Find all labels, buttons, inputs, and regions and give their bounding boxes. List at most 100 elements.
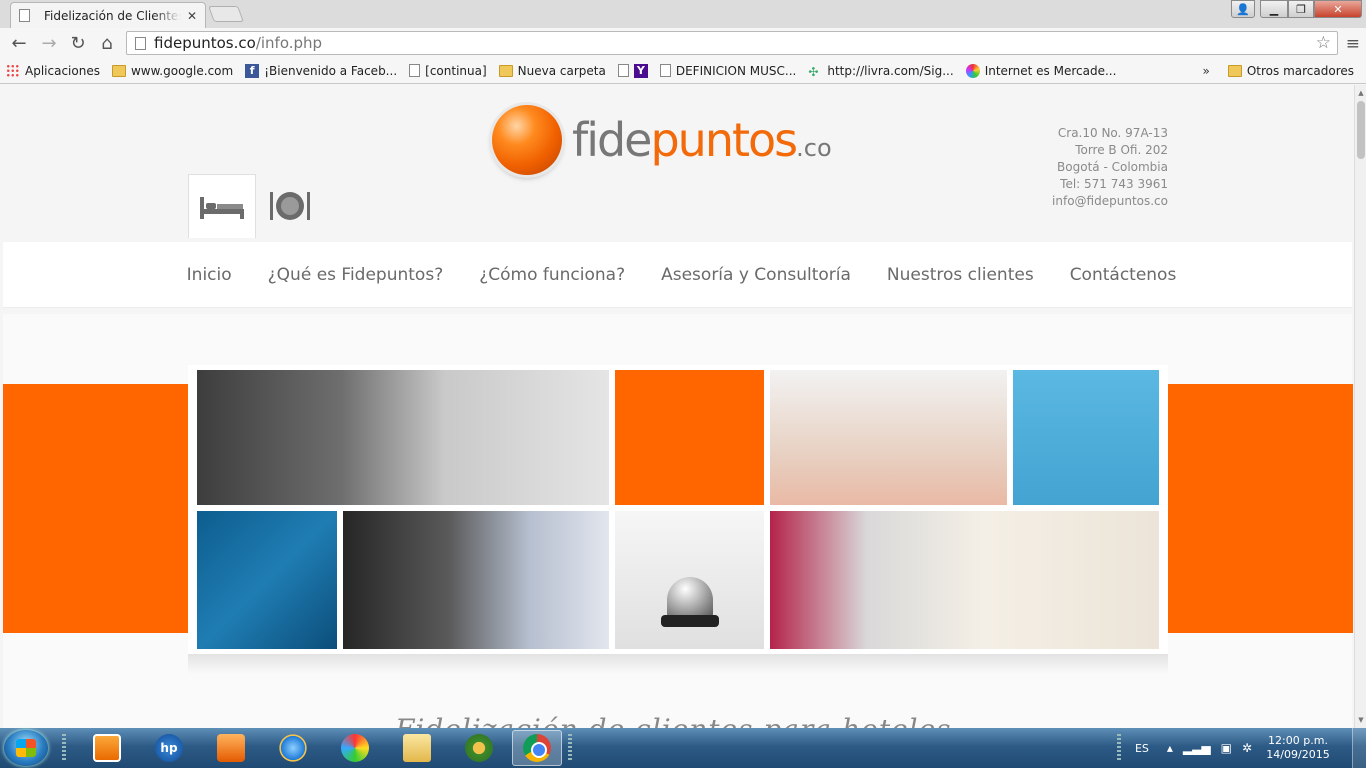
facebook-icon: f (245, 63, 260, 78)
taskbar-explorer[interactable] (392, 730, 442, 766)
hp-icon: hp (155, 734, 183, 762)
bookmark-item[interactable]: Internet es Mercade... (960, 63, 1123, 78)
bookmark-item[interactable]: [continua] (403, 64, 493, 78)
bookmark-item[interactable]: DEFINICION MUSC... (654, 64, 803, 78)
windows-logo-icon (16, 739, 36, 757)
bed-icon (200, 196, 244, 219)
bookmark-item[interactable]: f ¡Bienvenido a Faceb... (239, 63, 403, 78)
plate-cutlery-icon (270, 192, 310, 220)
scroll-down-icon[interactable]: ▼ (1355, 714, 1366, 726)
page-headline: Fidelización de clientes para hoteles (395, 713, 952, 728)
clock[interactable]: 12:00 p.m. 14/09/2015 (1262, 734, 1334, 762)
page-scrollbar[interactable]: ▲ ▼ (1354, 85, 1366, 728)
bookmark-label: Nueva carpeta (517, 63, 606, 78)
logo-wordmark: fidepuntos.co (572, 113, 832, 167)
nav-como-funciona[interactable]: ¿Cómo funciona? (461, 265, 643, 285)
start-button[interactable] (4, 730, 48, 766)
folder-icon (111, 64, 126, 77)
bear-icon (465, 734, 493, 762)
new-tab-button[interactable] (208, 6, 244, 22)
forward-arrow-icon[interactable]: → (38, 32, 60, 54)
bookmark-label: Otros marcadores (1246, 63, 1354, 78)
signal-icon[interactable]: ▂▃▅ (1183, 741, 1211, 755)
bookmark-item[interactable]: Nueva carpeta (493, 64, 612, 78)
language-indicator[interactable]: ES (1135, 742, 1149, 755)
browser-toolbar: ← → ↻ ⌂ fidepuntos.co /info.php ☆ ≡ (0, 28, 1366, 58)
main-navigation: Inicio ¿Qué es Fidepuntos? ¿Cómo funcion… (3, 242, 1352, 308)
taskbar-hp[interactable]: hp (144, 730, 194, 766)
taskbar-chrome[interactable] (512, 730, 562, 766)
office-icon (217, 734, 245, 762)
tab-hotels[interactable] (188, 174, 256, 238)
menu-hamburger-icon[interactable]: ≡ (1346, 34, 1360, 54)
url-host: fidepuntos.co (154, 34, 256, 52)
bookmark-label: DEFINICION MUSC... (675, 63, 797, 78)
bookmarks-overflow-button[interactable]: » (1203, 64, 1210, 78)
livra-icon: ✣ (808, 64, 819, 79)
nav-contactenos[interactable]: Contáctenos (1052, 265, 1195, 285)
nav-que-es-fidepuntos[interactable]: ¿Qué es Fidepuntos? (250, 265, 462, 285)
bookmark-label: www.google.com (130, 63, 234, 78)
bookmark-item[interactable]: Aplicaciones (0, 63, 106, 78)
nav-asesoria-consultoria[interactable]: Asesoría y Consultoría (643, 265, 869, 285)
reload-icon[interactable]: ↻ (67, 32, 89, 54)
show-desktop-button[interactable] (1352, 728, 1366, 768)
tab-close-icon[interactable]: ✕ (187, 9, 197, 23)
taskbar-bear-app[interactable] (454, 730, 504, 766)
power-icon[interactable]: ▣ (1221, 741, 1232, 755)
bookmarks-bar: Aplicaciones www.google.com f ¡Bienvenid… (0, 58, 1366, 84)
bell-icon (667, 577, 713, 617)
city-line: Bogotá - Colombia (1057, 160, 1168, 174)
tab-restaurants[interactable] (256, 174, 324, 238)
network-icon[interactable]: ✲ (1242, 741, 1252, 755)
address-bar[interactable]: fidepuntos.co /info.php ☆ (126, 31, 1338, 55)
site-logo[interactable]: fidepuntos.co (492, 105, 832, 175)
bookmark-item[interactable]: Y (612, 63, 654, 78)
photo-blue-handshake (197, 511, 337, 649)
close-window-button[interactable]: ✕ (1314, 0, 1362, 18)
taskbar-downloader[interactable] (330, 730, 380, 766)
folder-icon (498, 64, 513, 77)
photo-hotel-reception (197, 370, 609, 505)
tray-expand-icon[interactable]: ▴ (1167, 741, 1173, 755)
home-icon[interactable]: ⌂ (96, 32, 118, 54)
internet-explorer-icon (279, 734, 307, 762)
scroll-thumb[interactable] (1357, 101, 1365, 159)
category-tabs (188, 174, 324, 238)
other-bookmarks-folder[interactable]: Otros marcadores (1222, 64, 1360, 78)
globe-icon (965, 63, 980, 78)
bookmark-item[interactable]: ✣ http://livra.com/Sig... (802, 64, 959, 79)
orange-block (615, 370, 764, 505)
restore-button[interactable]: ❐ (1288, 0, 1314, 18)
bookmark-label: ¡Bienvenido a Faceb... (264, 63, 398, 78)
media-player-icon (93, 734, 121, 762)
bookmark-label: [continua] (425, 63, 487, 78)
bookmark-item[interactable]: www.google.com (106, 64, 239, 78)
minimize-button[interactable]: ▁ (1260, 0, 1288, 18)
url-path: /info.php (255, 34, 323, 52)
bell-base (661, 615, 719, 627)
system-tray: ES ▴ ▂▃▅ ▣ ✲ 12:00 p.m. 14/09/2015 (1116, 728, 1366, 768)
nav-nuestros-clientes[interactable]: Nuestros clientes (869, 265, 1052, 285)
orange-ball-logo-icon (492, 105, 562, 175)
scroll-up-icon[interactable]: ▲ (1355, 87, 1366, 99)
browser-tab-active[interactable]: Fidelización de Clientes de ✕ (10, 2, 206, 28)
windows-taskbar: hp ES ▴ ▂▃▅ ▣ ✲ 12:00 p.m. 14/09/2015 (0, 728, 1366, 768)
back-arrow-icon[interactable]: ← (8, 32, 30, 54)
address-line: Torre B Ofi. 202 (1075, 143, 1168, 157)
taskbar-ie[interactable] (268, 730, 318, 766)
taskbar-media-player[interactable] (82, 730, 132, 766)
photo-reception-bell (615, 511, 764, 649)
photo-spa-woman (770, 370, 1007, 505)
phone-line: Tel: 571 743 3961 (1060, 177, 1168, 191)
photo-towels-flowers (770, 511, 1159, 649)
page-icon (19, 9, 30, 22)
page-icon (135, 36, 146, 50)
bookmark-star-icon[interactable]: ☆ (1316, 33, 1331, 53)
nav-inicio[interactable]: Inicio (169, 265, 250, 285)
tray-grip (1116, 734, 1121, 762)
taskbar-office[interactable] (206, 730, 256, 766)
email-link[interactable]: info@fidepuntos.co (1000, 193, 1168, 210)
page-viewport: fidepuntos.co Cra.10 No. 97A-13 Torre B … (0, 85, 1354, 728)
user-profile-icon[interactable]: 👤 (1231, 0, 1255, 18)
